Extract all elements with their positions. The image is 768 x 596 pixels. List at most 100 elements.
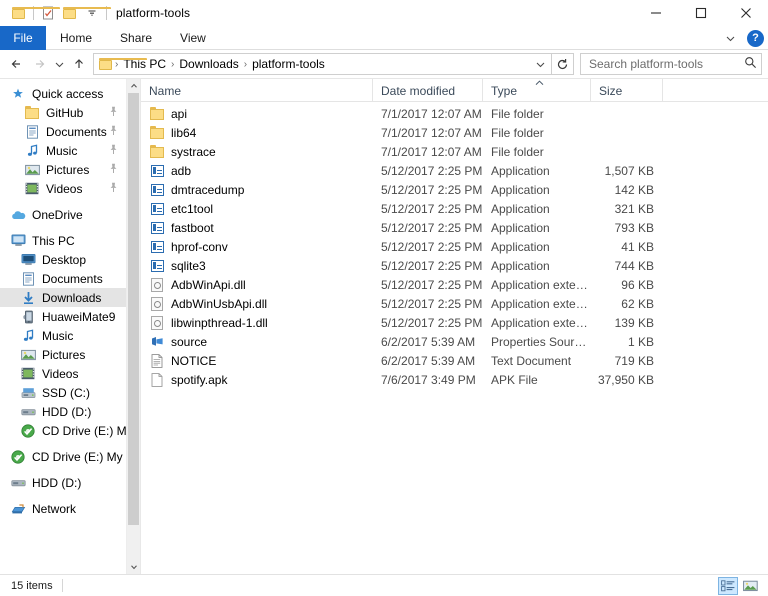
status-divider — [61, 579, 63, 592]
file-name-cell[interactable]: libwinpthread-1.dll — [141, 315, 373, 331]
table-row[interactable]: lib64 7/1/2017 12:07 AM File folder — [141, 123, 768, 142]
table-row[interactable]: dmtracedump 5/12/2017 2:25 PM Applicatio… — [141, 180, 768, 199]
table-row[interactable]: api 7/1/2017 12:07 AM File folder — [141, 104, 768, 123]
file-name-cell[interactable]: api — [141, 106, 373, 122]
breadcrumb-item-platform-tools[interactable]: platform-tools — [248, 57, 329, 71]
up-button[interactable] — [68, 53, 90, 75]
file-name-cell[interactable]: NOTICE — [141, 353, 373, 369]
table-row[interactable]: NOTICE 6/2/2017 5:39 AM Text Document 71… — [141, 351, 768, 370]
large-icons-view-button[interactable] — [740, 577, 760, 595]
file-size-cell: 744 KB — [614, 258, 654, 273]
pin-icon[interactable] — [109, 125, 118, 139]
file-name-cell[interactable]: source — [141, 334, 373, 350]
table-row[interactable]: fastboot 5/12/2017 2:25 PM Application 7… — [141, 218, 768, 237]
sidebar-group-quick-access[interactable]: Quick access — [0, 84, 126, 103]
breadcrumb-item-downloads[interactable]: Downloads — [175, 57, 242, 71]
sidebar-item-huaweimate9[interactable]: HuaweiMate9 — [0, 307, 126, 326]
table-row[interactable]: systrace 7/1/2017 12:07 AM File folder — [141, 142, 768, 161]
sidebar-item-videos-qa[interactable]: Videos — [0, 179, 126, 198]
file-date-cell: 5/12/2017 2:25 PM — [381, 163, 483, 178]
properties-icon[interactable] — [37, 2, 59, 24]
quick-access-toolbar: platform-tools — [0, 0, 190, 26]
scroll-down-arrow-icon[interactable] — [127, 560, 140, 574]
forward-button[interactable] — [28, 53, 50, 75]
tab-file[interactable]: File — [0, 26, 46, 50]
file-name-cell[interactable]: AdbWinApi.dll — [141, 277, 373, 293]
table-row[interactable]: spotify.apk 7/6/2017 3:49 PM APK File 37… — [141, 370, 768, 389]
sidebar-item-hdd-d[interactable]: HDD (D:) — [0, 402, 126, 421]
help-button[interactable]: ? — [747, 29, 764, 47]
navigation-pane-scrollbar[interactable] — [126, 79, 140, 574]
table-row[interactable]: source 6/2/2017 5:39 AM Properties Sourc… — [141, 332, 768, 351]
table-row[interactable]: AdbWinUsbApi.dll 5/12/2017 2:25 PM Appli… — [141, 294, 768, 313]
sidebar-item-onedrive[interactable]: OneDrive — [0, 205, 126, 224]
back-button[interactable] — [6, 53, 28, 75]
sidebar-item-pictures-qa[interactable]: Pictures — [0, 160, 126, 179]
close-button[interactable] — [723, 0, 768, 26]
details-view-button[interactable] — [718, 577, 738, 595]
search-icon[interactable] — [744, 56, 757, 72]
table-row[interactable]: etc1tool 5/12/2017 2:25 PM Application 3… — [141, 199, 768, 218]
column-header-size[interactable]: Size — [591, 79, 663, 102]
folder-icon[interactable] — [8, 2, 60, 24]
file-name-cell[interactable]: lib64 — [141, 125, 373, 141]
new-folder-icon[interactable] — [59, 2, 111, 24]
pin-icon[interactable] — [109, 182, 118, 196]
file-type-cell: Application — [491, 182, 550, 197]
sidebar-item-documents-qa[interactable]: Documents — [0, 122, 126, 141]
search-box[interactable]: Search platform-tools — [580, 53, 762, 75]
sidebar-item-documents[interactable]: Documents — [0, 269, 126, 288]
sidebar-item-pictures[interactable]: Pictures — [0, 345, 126, 364]
file-name-cell[interactable]: AdbWinUsbApi.dll — [141, 296, 373, 312]
expand-ribbon-chevron-down-icon[interactable] — [721, 29, 739, 47]
file-name-cell[interactable]: spotify.apk — [141, 372, 373, 388]
refresh-button[interactable] — [552, 53, 574, 75]
table-row[interactable]: sqlite3 5/12/2017 2:25 PM Application 74… — [141, 256, 768, 275]
chevron-down-icon[interactable] — [81, 2, 103, 24]
sidebar-group-this-pc[interactable]: This PC — [0, 231, 126, 250]
pin-icon[interactable] — [109, 163, 118, 177]
search-input[interactable]: Search platform-tools — [589, 57, 744, 71]
sidebar-item-label: Music — [46, 143, 78, 158]
hdd-drive-icon — [10, 475, 26, 491]
file-name-cell[interactable]: etc1tool — [141, 201, 373, 217]
table-row[interactable]: hprof-conv 5/12/2017 2:25 PM Application… — [141, 237, 768, 256]
column-header-type[interactable]: Type — [483, 79, 591, 102]
sidebar-item-label: HuaweiMate9 — [42, 309, 116, 324]
tab-view[interactable]: View — [166, 26, 220, 50]
pin-icon[interactable] — [109, 144, 118, 158]
sidebar-item-cd-drive-e-root[interactable]: CD Drive (E:) My C — [0, 447, 126, 466]
sidebar-item-github[interactable]: GitHub — [0, 103, 126, 122]
file-name-cell[interactable]: dmtracedump — [141, 182, 373, 198]
pin-icon[interactable] — [109, 106, 118, 120]
sidebar-item-videos[interactable]: Videos — [0, 364, 126, 383]
table-row[interactable]: AdbWinApi.dll 5/12/2017 2:25 PM Applicat… — [141, 275, 768, 294]
sidebar-item-network[interactable]: Network — [0, 499, 126, 518]
sidebar-item-cd-drive-e[interactable]: CD Drive (E:) My — [0, 421, 126, 440]
file-name-cell[interactable]: systrace — [141, 144, 373, 160]
file-name-cell[interactable]: fastboot — [141, 220, 373, 236]
sidebar-item-music[interactable]: Music — [0, 326, 126, 345]
tab-home[interactable]: Home — [46, 26, 106, 50]
column-header-name[interactable]: Name — [141, 79, 373, 102]
minimize-button[interactable] — [633, 0, 678, 26]
sidebar-item-hdd-d-root[interactable]: HDD (D:) — [0, 473, 126, 492]
maximize-button[interactable] — [678, 0, 723, 26]
file-name-cell[interactable]: hprof-conv — [141, 239, 373, 255]
scrollbar-thumb[interactable] — [128, 93, 139, 525]
address-bar[interactable]: › This PC › Downloads › platform-tools — [93, 53, 552, 75]
table-row[interactable]: adb 5/12/2017 2:25 PM Application 1,507 … — [141, 161, 768, 180]
table-row[interactable]: libwinpthread-1.dll 5/12/2017 2:25 PM Ap… — [141, 313, 768, 332]
sidebar-item-music-qa[interactable]: Music — [0, 141, 126, 160]
sidebar-item-desktop[interactable]: Desktop — [0, 250, 126, 269]
file-name-cell[interactable]: adb — [141, 163, 373, 179]
address-dropdown-chevron-down-icon[interactable] — [531, 54, 549, 74]
scroll-up-arrow-icon[interactable] — [127, 79, 140, 93]
sidebar-item-ssd-c[interactable]: SSD (C:) — [0, 383, 126, 402]
properties-source-icon — [149, 334, 165, 350]
sidebar-item-downloads[interactable]: Downloads — [0, 288, 126, 307]
recent-locations-chevron-down-icon[interactable] — [50, 53, 68, 75]
file-name-cell[interactable]: sqlite3 — [141, 258, 373, 274]
column-header-date-modified[interactable]: Date modified — [373, 79, 483, 102]
tab-share[interactable]: Share — [106, 26, 166, 50]
